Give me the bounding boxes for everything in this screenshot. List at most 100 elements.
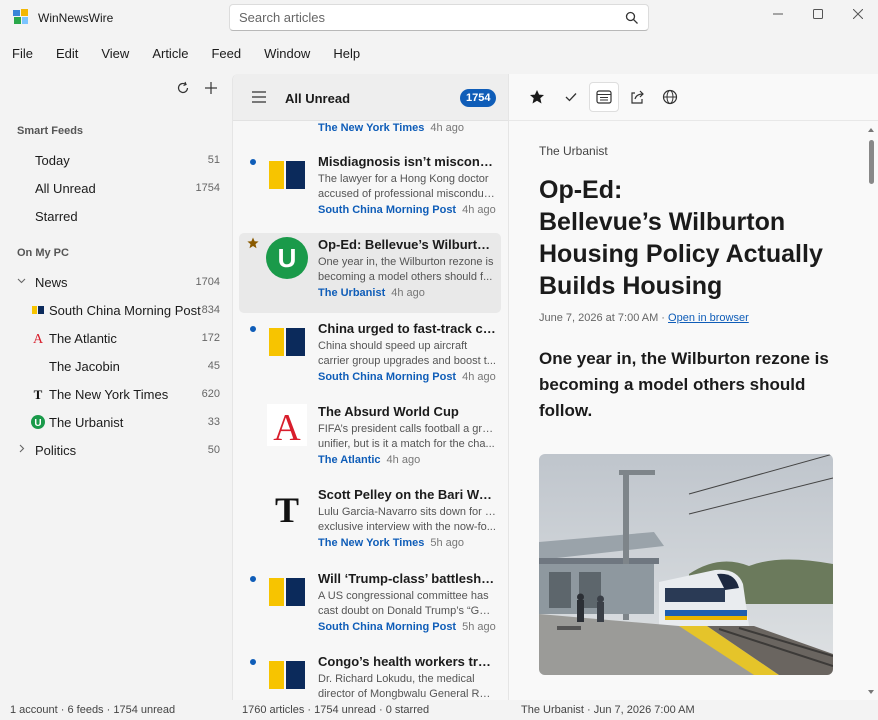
urbanist-icon: U — [266, 237, 308, 279]
article-summary: China should speed up aircraft carrier gr… — [318, 339, 496, 369]
smart-feeds-header: Smart Feeds — [17, 125, 84, 137]
unread-dot-icon — [250, 659, 256, 665]
minimize-icon — [773, 13, 783, 15]
sidebar-folder-politics[interactable]: Politics 50 — [0, 437, 232, 463]
close-button[interactable] — [838, 0, 878, 28]
app-title: WinNewsWire — [38, 11, 114, 25]
share-button[interactable] — [622, 82, 652, 112]
sidebar-folder-news[interactable]: News 1704 — [0, 269, 232, 295]
scroll-down-icon[interactable] — [866, 688, 876, 696]
unread-count: 33 — [207, 416, 220, 428]
scmp-icon — [269, 661, 305, 689]
list-title: All Unread — [285, 91, 351, 106]
article-title: China urged to fast-track carr... — [318, 321, 496, 336]
menu-article[interactable]: Article — [140, 40, 199, 68]
scmp-thumbnail — [261, 571, 313, 613]
article-headline: Op-Ed: Bellevue’s Wilburton Housing Poli… — [539, 174, 839, 302]
reader-view-button[interactable] — [589, 82, 619, 112]
reading-scrollbar[interactable] — [866, 126, 876, 696]
app-logo-icon — [13, 9, 28, 24]
article-source: The Atlantic — [318, 454, 381, 466]
sidebar-item-starred[interactable]: Starred — [0, 203, 232, 229]
list-item[interactable]: China urged to fast-track carr... China … — [239, 317, 501, 397]
svg-text:A: A — [273, 407, 301, 446]
article-title: Will ‘Trump-class’ battleship... — [318, 571, 496, 586]
article-meta: The New York Times 5h ago — [318, 537, 464, 549]
maximize-button[interactable] — [798, 0, 838, 28]
article-title: The Absurd World Cup — [318, 404, 459, 419]
share-icon — [631, 90, 644, 104]
unread-dot-icon — [250, 159, 256, 165]
article-source: The Urbanist — [318, 287, 386, 299]
unread-dot-icon — [250, 326, 256, 332]
list-item[interactable]: Will ‘Trump-class’ battleship... A US co… — [239, 567, 501, 647]
sidebar-item-jacobin[interactable]: The Jacobin 45 — [0, 353, 232, 379]
open-in-browser-link[interactable]: Open in browser — [668, 312, 749, 324]
article-time: 4h ago — [462, 204, 496, 216]
nyt-icon: T — [34, 387, 43, 401]
search-input[interactable] — [239, 10, 619, 25]
article-summary: The lawyer for a Hong Kong doctor accused… — [318, 172, 496, 202]
menu-file[interactable]: File — [0, 40, 44, 68]
article-meta: South China Morning Post 5h ago — [318, 621, 496, 633]
sidebar-item-urbanist[interactable]: U The Urbanist 33 — [0, 409, 232, 435]
sidebar-item-label: The Jacobin — [49, 359, 120, 374]
article-title: Op-Ed: Bellevue’s Wilburton... — [318, 237, 496, 252]
article-meta: South China Morning Post 4h ago — [318, 204, 496, 216]
menu-window[interactable]: Window — [252, 40, 321, 68]
refresh-button[interactable] — [176, 80, 190, 96]
globe-icon — [662, 89, 678, 105]
menu-edit[interactable]: Edit — [44, 40, 89, 68]
list-item-selected[interactable]: U Op-Ed: Bellevue’s Wilburton... One yea… — [239, 233, 501, 313]
summary-line: Dr. Richard Lokudu, the medical — [318, 673, 475, 685]
menu-view[interactable]: View — [89, 40, 140, 68]
summary-line: exclusive interview with the now-fo... — [318, 521, 496, 533]
article-source: The New York Times — [318, 122, 425, 134]
chevron-right-icon[interactable] — [17, 444, 26, 456]
urbanist-thumbnail: U — [261, 237, 313, 279]
reading-pane: The Urbanist Op-Ed: Bellevue’s Wilburton… — [508, 74, 878, 700]
scrollbar-thumb[interactable] — [869, 140, 874, 184]
nyt-icon: T — [275, 490, 299, 529]
add-feed-button[interactable] — [204, 80, 218, 96]
sidebar-item-scmp[interactable]: South China Morning Post 834 — [0, 297, 232, 323]
sidebar-item-atlantic[interactable]: A The Atlantic 172 — [0, 325, 232, 351]
search-icon[interactable] — [625, 11, 639, 25]
article-photo — [539, 454, 833, 675]
list-item[interactable]: T Scott Pelley on the Bari Weiss... Lulu… — [239, 483, 501, 563]
reader-view-icon — [596, 90, 612, 104]
light-rail-station-image — [539, 454, 833, 675]
menu-feed[interactable]: Feed — [199, 40, 252, 68]
chevron-down-icon[interactable] — [17, 276, 26, 288]
article-time: 4h ago — [462, 371, 496, 383]
list-item[interactable]: A The Absurd World Cup FIFA’s president … — [239, 400, 501, 480]
open-in-browser-button[interactable] — [655, 82, 685, 112]
minimize-button[interactable] — [758, 0, 798, 28]
article-summary: FIFA’s president calls football a great u… — [318, 422, 496, 452]
sidebar-item-label: News — [35, 275, 68, 290]
scmp-thumbnail — [261, 654, 313, 696]
sidebar-item-nyt[interactable]: T The New York Times 620 — [0, 381, 232, 407]
article-time: 4h ago — [430, 122, 465, 134]
star-button[interactable] — [522, 82, 552, 112]
list-item[interactable]: Congo’s health workers treat... Dr. Rich… — [239, 650, 501, 700]
status-accounts: 1 account · 6 feeds · 1754 unread — [10, 704, 176, 716]
mark-read-button[interactable] — [556, 82, 586, 112]
search-box[interactable] — [229, 4, 649, 31]
article-summary: One year in, the Wilburton rezone is beco… — [318, 255, 496, 285]
scroll-up-icon[interactable] — [866, 126, 876, 134]
list-item[interactable]: Misdiagnosis isn’t misconduc... The lawy… — [239, 150, 501, 230]
article-title: Misdiagnosis isn’t misconduc... — [318, 154, 496, 169]
scmp-icon — [269, 328, 305, 356]
sidebar-item-today[interactable]: Today 51 — [0, 147, 232, 173]
article-meta: The New York Times 4h ago — [318, 122, 464, 134]
summary-line: Lulu Garcia-Navarro sits down for an — [318, 506, 496, 518]
star-icon — [530, 90, 544, 104]
article-lede: One year in, the Wilburton rezone is bec… — [539, 349, 829, 420]
sidebar-item-all-unread[interactable]: All Unread 1754 — [0, 175, 232, 201]
unread-count: 620 — [201, 388, 220, 400]
list-item[interactable]: The New York Times 4h ago — [239, 122, 501, 148]
hamburger-menu-icon[interactable] — [252, 91, 266, 103]
menu-help[interactable]: Help — [321, 40, 371, 68]
scmp-thumbnail — [261, 321, 313, 363]
